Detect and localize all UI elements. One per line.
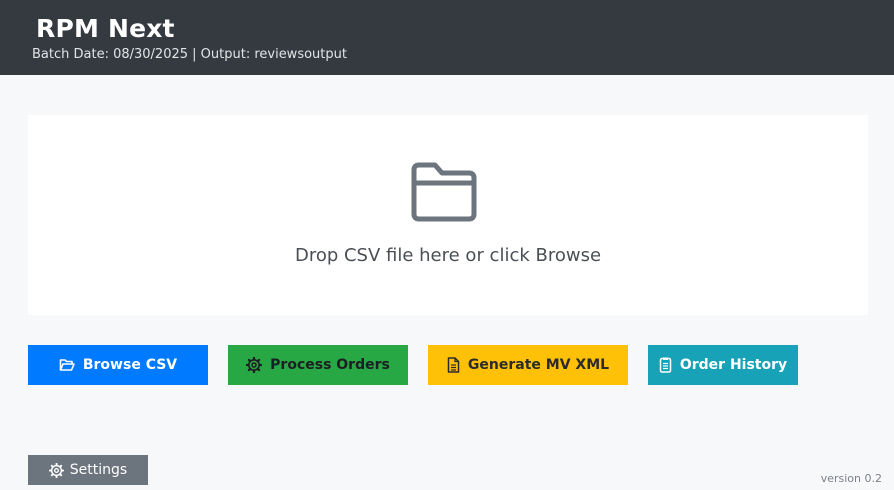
browse-csv-button[interactable]: Browse CSV — [28, 345, 208, 385]
app-title: RPM Next — [36, 14, 175, 43]
gear-icon — [246, 357, 263, 373]
process-orders-button[interactable]: Process Orders — [228, 345, 408, 385]
generate-mv-xml-button[interactable]: Generate MV XML — [428, 345, 628, 385]
dropzone-text: Drop CSV file here or click Browse — [294, 245, 602, 266]
gear-icon — [48, 462, 64, 478]
process-orders-label: Process Orders — [270, 357, 390, 373]
settings-button[interactable]: Settings — [28, 455, 148, 485]
csv-dropzone[interactable]: Drop CSV file here or click Browse — [28, 115, 868, 315]
generate-mv-xml-label: Generate MV XML — [467, 357, 610, 373]
order-history-label: Order History — [679, 357, 788, 373]
settings-label: Settings — [69, 462, 128, 478]
clipboard-icon — [659, 357, 672, 373]
batch-info: Batch Date: 08/30/2025 | Output: reviews… — [32, 47, 347, 62]
folder-icon — [411, 162, 477, 222]
document-icon — [447, 357, 460, 373]
folder-open-icon — [59, 359, 75, 371]
browse-csv-label: Browse CSV — [82, 357, 178, 373]
app-header: RPM Next Batch Date: 08/30/2025 | Output… — [0, 0, 894, 75]
order-history-button[interactable]: Order History — [648, 345, 798, 385]
version-label: version 0.2 — [820, 472, 882, 485]
